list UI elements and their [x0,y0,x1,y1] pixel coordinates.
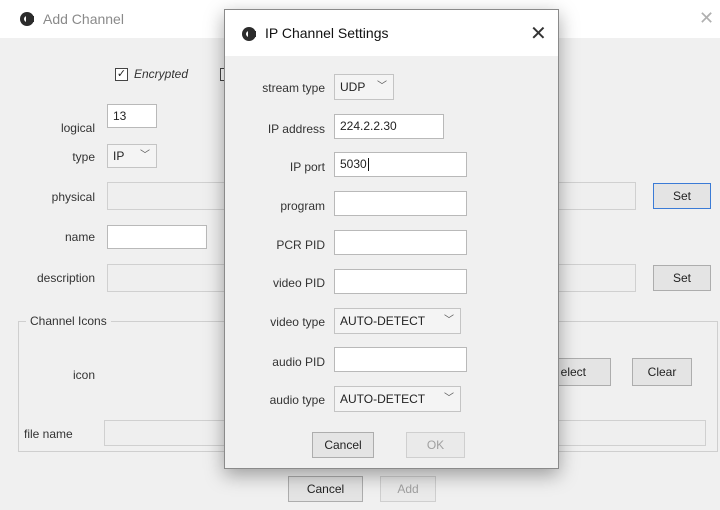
program-label: program [280,199,325,213]
description-label: description [36,271,95,285]
description-field-right [558,264,636,292]
ip-address-input[interactable]: 224.2.2.30 [334,114,444,139]
logical-label: logical [60,121,95,135]
file-name-field-left [104,420,229,446]
stream-type-label: stream type [262,81,325,95]
dialog-title: IP Channel Settings [265,25,389,41]
video-type-select[interactable]: AUTO-DETECT ﹀ [334,308,461,334]
name-input[interactable] [107,225,207,249]
text-cursor [367,158,369,172]
type-value: IP [113,149,125,163]
pcr-pid-label: PCR PID [276,238,325,252]
audio-pid-label: audio PID [272,355,325,369]
chevron-down-icon: ﹀ [444,315,454,326]
video-type-value: AUTO-DETECT [340,314,426,328]
logical-input[interactable]: 13 [107,104,157,128]
audio-type-label: audio type [269,393,325,407]
chevron-down-icon: ﹀ [140,150,150,161]
ip-channel-settings-dialog: IP Channel Settings ✕ stream type UDP ﹀ … [224,9,559,469]
close-icon[interactable]: ✕ [530,21,547,46]
video-pid-input[interactable] [334,269,467,294]
physical-label: physical [51,190,95,204]
program-input[interactable] [334,191,467,216]
encrypted-checkbox[interactable]: ✓ [115,68,128,81]
ip-port-value: 5030 [340,157,367,171]
audio-type-select[interactable]: AUTO-DETECT ﹀ [334,386,461,412]
ip-port-input[interactable]: 5030 [334,152,467,177]
stream-type-value: UDP [340,80,366,94]
dialog-cancel-button[interactable]: Cancel [312,432,374,458]
add-channel-title: Add Channel [43,11,124,27]
type-select[interactable]: IP ﹀ [107,144,157,168]
video-type-label: video type [270,315,325,329]
chevron-down-icon: ﹀ [377,81,387,92]
checkmark-icon: ✓ [116,68,127,80]
dialog-ok-button[interactable]: OK [406,432,465,458]
file-name-label: file name [24,427,73,441]
chevron-down-icon: ﹀ [444,393,454,404]
file-name-field-right [558,420,706,446]
video-pid-label: video PID [272,276,325,290]
description-set-button[interactable]: Set [653,265,711,291]
physical-field-right [558,182,636,210]
encrypted-label: Encrypted [134,67,189,81]
dialog-titlebar: IP Channel Settings ✕ [225,10,558,56]
ip-port-label: IP port [289,160,325,174]
pcr-pid-input[interactable] [334,230,467,255]
stream-type-select[interactable]: UDP ﹀ [334,74,394,100]
name-label: name [64,230,95,244]
icon-label: icon [72,368,95,382]
physical-set-button[interactable]: Set [653,183,711,209]
ip-address-label: IP address [267,122,325,136]
app-logo-icon [242,27,256,41]
description-field-left [107,264,225,292]
add-channel-cancel-button[interactable]: Cancel [288,476,363,502]
audio-type-value: AUTO-DETECT [340,392,426,406]
channel-icons-legend: Channel Icons [26,314,111,328]
physical-field-left [107,182,225,210]
audio-pid-input[interactable] [334,347,467,372]
app-logo-icon [20,12,34,26]
type-label: type [72,150,95,164]
add-channel-add-button[interactable]: Add [380,476,436,502]
close-icon[interactable]: ✕ [699,8,714,29]
clear-icon-button[interactable]: Clear [632,358,692,386]
